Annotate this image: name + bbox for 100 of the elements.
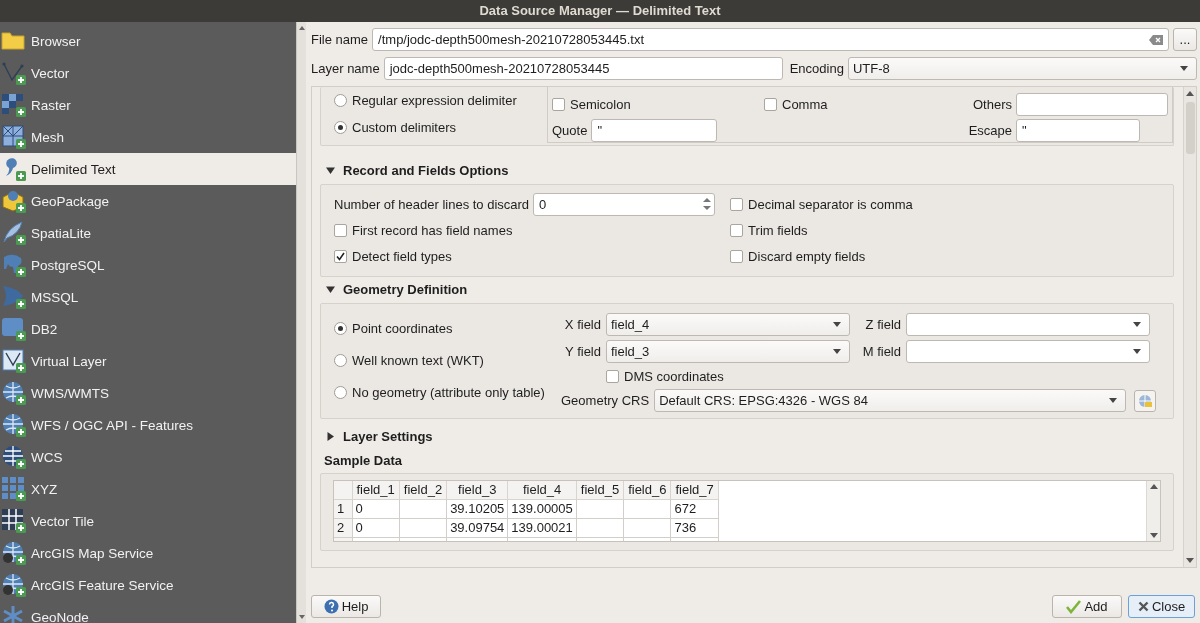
- quote-field[interactable]: ": [591, 118, 718, 142]
- sidebar-item[interactable]: PostgreSQL: [0, 249, 296, 281]
- checkmark-icon: [1066, 599, 1082, 614]
- section-title: Record and Fields Options: [343, 162, 509, 178]
- scrollbar[interactable]: [1183, 87, 1196, 567]
- sidebar-item[interactable]: DB2: [0, 313, 296, 345]
- m-field-dropdown[interactable]: [906, 340, 1150, 363]
- table-cell: 39.09754: [446, 518, 508, 537]
- feather-icon: [1, 220, 27, 246]
- table-cell: 139.00021: [507, 518, 577, 537]
- close-button[interactable]: Close: [1128, 595, 1195, 618]
- checkbox[interactable]: [730, 223, 744, 237]
- file-path-field[interactable]: /tmp/jodc-depth500mesh-20210728053445.txt: [372, 28, 1169, 51]
- table-grid-icon: [1, 508, 27, 534]
- column-header[interactable]: field_2: [399, 481, 447, 499]
- z-field-dropdown[interactable]: [906, 313, 1150, 336]
- sidebar-item[interactable]: MSSQL: [0, 281, 296, 313]
- window-title: Data Source Manager — Delimited Text: [0, 0, 1200, 22]
- escape-field[interactable]: ": [1016, 118, 1140, 142]
- globe-icon: [1, 572, 27, 598]
- sidebar-item[interactable]: GeoPackage: [0, 185, 296, 217]
- rounded-square-icon: [1, 316, 27, 342]
- sidebar-item[interactable]: Virtual Layer: [0, 345, 296, 377]
- sidebar-item[interactable]: WMS/WMTS: [0, 377, 296, 409]
- layer-name-field[interactable]: jodc-depth500mesh-20210728053445: [383, 57, 783, 80]
- up-arrow-icon[interactable]: [298, 26, 305, 30]
- y-field-dropdown[interactable]: field_3: [606, 340, 850, 363]
- spin-box[interactable]: 0: [533, 192, 716, 216]
- encoding-dropdown[interactable]: UTF-8: [847, 57, 1197, 80]
- radio-label: Point coordinates: [352, 320, 453, 336]
- sidebar-item[interactable]: Mesh: [0, 121, 296, 153]
- column-header[interactable]: field_4: [507, 481, 577, 499]
- radio-button[interactable]: [334, 353, 347, 367]
- sidebar-item[interactable]: XYZ: [0, 473, 296, 505]
- radio-button[interactable]: [334, 321, 347, 335]
- scrollbar[interactable]: [296, 22, 306, 623]
- crs-dropdown[interactable]: Default CRS: EPSG:4326 - WGS 84: [654, 389, 1127, 412]
- field-label: Layer name: [311, 61, 380, 76]
- sidebar-item[interactable]: Delimited Text: [0, 153, 296, 185]
- scrollbar-thumb[interactable]: [1185, 102, 1195, 154]
- collapse-arrow-icon[interactable]: [326, 284, 335, 294]
- down-arrow-icon[interactable]: [1149, 533, 1158, 538]
- add-button[interactable]: Add: [1052, 595, 1122, 618]
- up-arrow-icon[interactable]: [1186, 91, 1194, 96]
- sidebar-item[interactable]: WCS: [0, 441, 296, 473]
- field-label: Others: [972, 96, 1012, 112]
- sidebar-item[interactable]: SpatiaLite: [0, 217, 296, 249]
- expand-arrow-icon[interactable]: [326, 431, 335, 441]
- checkbox[interactable]: [606, 369, 619, 383]
- sidebar-item[interactable]: GeoNode: [0, 601, 296, 623]
- section-title: Sample Data: [323, 452, 404, 468]
- sidebar-item[interactable]: Vector: [0, 57, 296, 89]
- field-label: Geometry CRS: [561, 393, 650, 408]
- up-arrow-icon[interactable]: [1149, 484, 1158, 489]
- column-header[interactable]: field_3: [446, 481, 508, 499]
- column-header[interactable]: field_5: [576, 481, 624, 499]
- field-label: M field: [861, 344, 901, 359]
- checkbox-label: Comma: [782, 96, 828, 112]
- table-cell: 736: [670, 518, 719, 537]
- field-label: File name: [311, 32, 369, 47]
- browse-button[interactable]: ...: [1173, 28, 1197, 51]
- radio-button[interactable]: [334, 94, 347, 107]
- field-label: Number of header lines to discard: [334, 196, 530, 212]
- sidebar-item[interactable]: ArcGIS Feature Service: [0, 569, 296, 601]
- checkbox[interactable]: [730, 249, 744, 263]
- column-header[interactable]: field_1: [352, 481, 400, 499]
- checkbox[interactable]: [552, 97, 565, 111]
- sidebar-item[interactable]: WFS / OGC API - Features: [0, 409, 296, 441]
- cube-icon: [1, 188, 27, 214]
- scrollbar[interactable]: [1146, 481, 1160, 541]
- checkbox[interactable]: [334, 249, 347, 263]
- table-cell: 39.10205: [446, 499, 508, 518]
- radio-button[interactable]: [334, 385, 347, 399]
- crs-select-button[interactable]: [1134, 389, 1157, 412]
- checkbox-label: Trim fields: [748, 222, 808, 238]
- others-field[interactable]: [1016, 92, 1168, 116]
- down-arrow-icon[interactable]: [298, 615, 305, 619]
- help-button[interactable]: Help: [311, 595, 381, 618]
- table-cell: 139.00005: [507, 499, 577, 518]
- sidebar-item[interactable]: Vector Tile: [0, 505, 296, 537]
- column-header[interactable]: field_6: [623, 481, 671, 499]
- down-arrow-icon[interactable]: [1186, 558, 1194, 563]
- globe-icon: [1, 540, 27, 566]
- section-title: Layer Settings: [343, 428, 433, 444]
- clear-icon[interactable]: [1149, 34, 1163, 45]
- sidebar-item[interactable]: Browser: [0, 25, 296, 57]
- field-label: Encoding: [789, 61, 844, 76]
- checkbox[interactable]: [730, 197, 744, 211]
- dot-grid-icon: [1, 476, 27, 502]
- checkbox[interactable]: [764, 97, 777, 111]
- x-field-dropdown[interactable]: field_4: [606, 313, 850, 336]
- column-header[interactable]: field_7: [670, 481, 719, 499]
- spin-arrows-icon: [703, 197, 712, 211]
- sidebar-item[interactable]: Raster: [0, 89, 296, 121]
- radio-button[interactable]: [334, 121, 347, 134]
- sidebar-item[interactable]: ArcGIS Map Service: [0, 537, 296, 569]
- collapse-arrow-icon[interactable]: [326, 165, 335, 175]
- checkbox[interactable]: [334, 223, 347, 237]
- radio-label: No geometry (attribute only table): [352, 384, 545, 400]
- field-label: Escape: [968, 122, 1012, 138]
